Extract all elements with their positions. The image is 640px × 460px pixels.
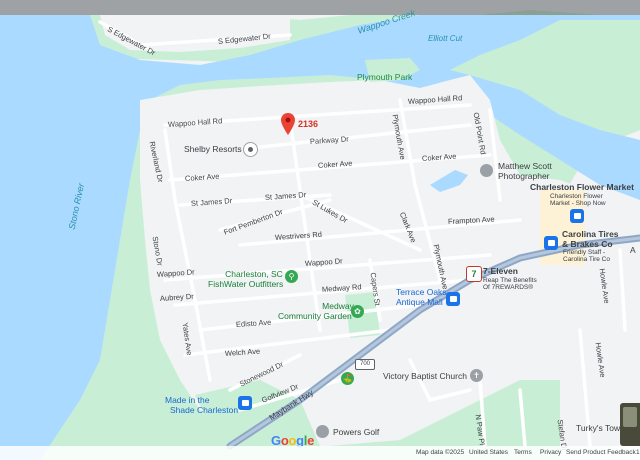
- fishwater-label-2: FishWater Outfitters: [208, 279, 284, 289]
- tire-shop-icon[interactable]: [544, 236, 558, 250]
- made-in-shade-label-2: Shade Charleston: [170, 405, 239, 415]
- fishing-icon[interactable]: ⚲: [285, 270, 298, 283]
- seven-eleven-icon[interactable]: 7: [466, 266, 482, 282]
- plymouth-park-label[interactable]: Plymouth Park: [357, 72, 412, 82]
- pin-label: 2136: [298, 119, 319, 129]
- medway-garden-label-2: Community Garden: [278, 311, 352, 321]
- made-in-shade-label[interactable]: Made in the: [165, 395, 209, 405]
- victory-baptist-label[interactable]: Victory Baptist Church: [383, 371, 467, 381]
- map-footer: Map data ©2025 United States Terms Priva…: [0, 446, 640, 460]
- golf-course-icon[interactable]: [316, 425, 329, 438]
- carolina-tires-label[interactable]: Carolina Tires: [562, 229, 619, 239]
- shelby-resorts-icon[interactable]: [243, 142, 258, 157]
- shelby-resorts-label[interactable]: Shelby Resorts: [184, 144, 242, 154]
- seven-eleven-ad-2: Of 7REWARDS®: [483, 284, 534, 291]
- flower-market-label[interactable]: Charleston Flower Market: [530, 182, 634, 192]
- church-icon[interactable]: ✝: [470, 369, 483, 382]
- privacy-link[interactable]: Privacy: [540, 449, 561, 456]
- powers-golf-label[interactable]: Powers Golf: [333, 427, 379, 437]
- golf-icon[interactable]: ⛳: [341, 372, 354, 385]
- turkys-town-label[interactable]: Turky's Town: [576, 423, 625, 433]
- photographer-icon[interactable]: [480, 164, 493, 177]
- street-view-thumbnail[interactable]: [620, 403, 640, 446]
- seven-eleven-label[interactable]: 7-Eleven: [483, 266, 518, 276]
- terrace-oaks-label-2: Antique Mall: [396, 297, 443, 307]
- fishwater-label[interactable]: Charleston, SC: [214, 269, 294, 279]
- terrace-oaks-label[interactable]: Terrace Oaks: [396, 287, 447, 297]
- shopping-bag-icon[interactable]: [238, 396, 252, 410]
- flower-market-ad-2: Market - Shop Now: [550, 200, 606, 207]
- terms-link[interactable]: Terms: [514, 449, 532, 456]
- region-link[interactable]: United States: [469, 449, 508, 456]
- carolina-tires-ad-2: Carolina Tire Co: [563, 256, 610, 263]
- scale-bar[interactable]: 1: [636, 449, 640, 456]
- peninsula-land: [140, 75, 560, 446]
- matthew-scott-label[interactable]: Matthew Scott: [498, 161, 552, 171]
- flower-icon[interactable]: ✿: [351, 305, 364, 318]
- shopping-bag-icon[interactable]: [446, 292, 460, 306]
- elliott-cut-label: Elliott Cut: [428, 34, 463, 43]
- highway-shield: 700: [355, 359, 375, 370]
- feedback-link[interactable]: Send Product Feedback: [566, 449, 636, 456]
- location-pin[interactable]: [281, 113, 295, 140]
- pin-icon: [281, 113, 295, 135]
- edge-poi-label: A: [630, 245, 636, 255]
- top-bar: [0, 0, 640, 15]
- shopping-bag-icon[interactable]: [570, 209, 584, 223]
- map-data-text: Map data ©2025: [416, 449, 465, 456]
- matthew-scott-label-2: Photographer: [498, 171, 550, 181]
